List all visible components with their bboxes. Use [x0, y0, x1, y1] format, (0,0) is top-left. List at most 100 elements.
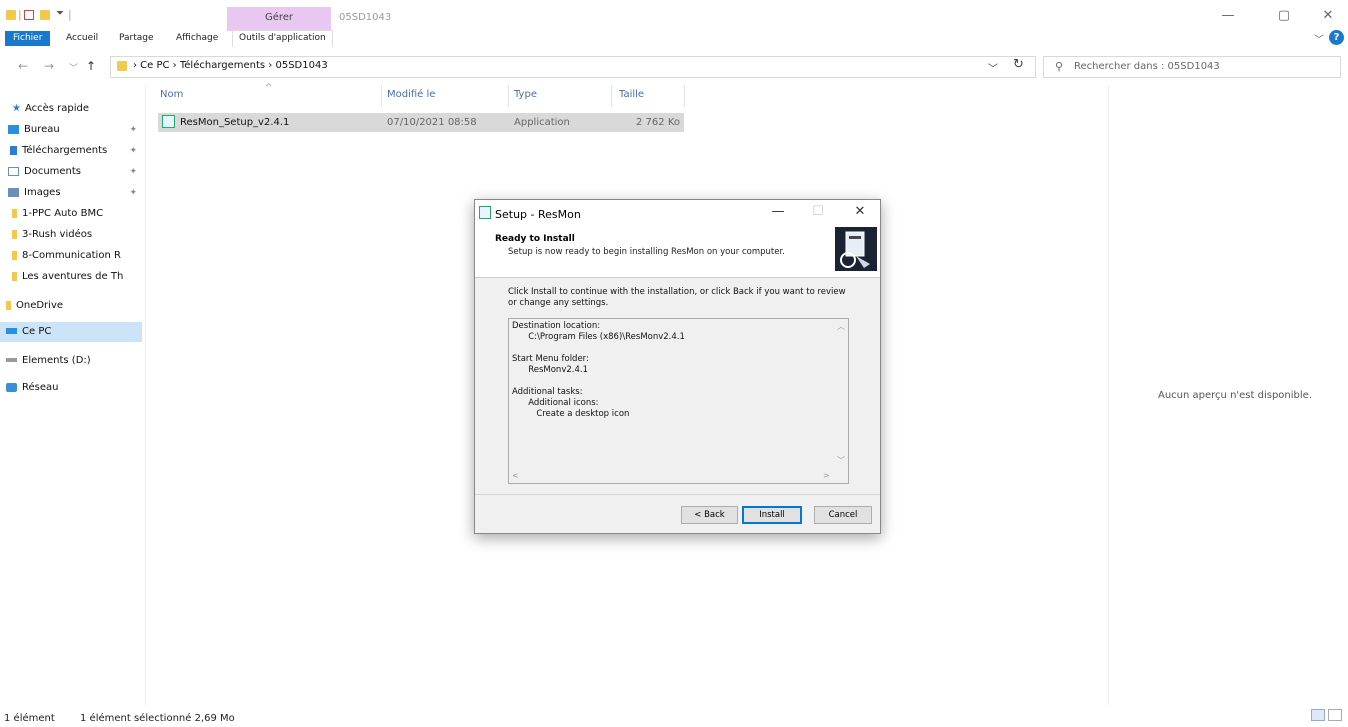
cancel-button[interactable]: Cancel [814, 506, 872, 524]
installer-icon [162, 115, 175, 128]
sidebar-item-label: Documents [24, 166, 82, 177]
window-title: 05SD1043 [339, 12, 392, 23]
sidebar-item-onedrive[interactable]: OneDrive [0, 296, 143, 316]
minimize-button[interactable]: — [1208, 8, 1248, 23]
search-icon: ⚲ [1055, 60, 1064, 73]
title-bar [0, 0, 1348, 28]
pin-icon: ✦ [129, 188, 137, 198]
sidebar-item-label: Téléchargements [22, 145, 108, 156]
scroll-left-icon[interactable]: < [512, 471, 519, 480]
tab-affichage[interactable]: Affichage [170, 31, 224, 46]
back-arrow-icon[interactable]: ← [18, 59, 28, 73]
close-button[interactable]: ✕ [1308, 8, 1348, 23]
folder-icon [6, 10, 16, 20]
column-header-type[interactable]: Type [514, 89, 537, 100]
folder-icon [12, 229, 17, 239]
sidebar-item-folder[interactable]: Les aventures de Th [0, 267, 143, 287]
file-name[interactable]: ResMon_Setup_v2.4.1 [180, 117, 289, 128]
qat-dropdown-icon[interactable]: ⏷ [56, 8, 64, 19]
scroll-right-icon[interactable]: > [823, 471, 830, 480]
details-view-button[interactable] [1311, 709, 1325, 721]
network-icon [6, 382, 17, 392]
star-icon: ★ [12, 103, 21, 114]
sidebar-item-elements[interactable]: Elements (D:) [0, 351, 143, 371]
preview-message: Aucun aperçu n'est disponible. [1158, 390, 1312, 401]
column-header-modified[interactable]: Modifié le [387, 89, 435, 100]
pin-icon: ✦ [129, 125, 137, 135]
sidebar-item-label: OneDrive [16, 300, 64, 311]
vertical-scrollbar[interactable]: ︿ ﹀ [835, 319, 848, 469]
forward-arrow-icon[interactable]: → [44, 59, 54, 73]
sidebar-item-label: 1-PPC Auto BMC [22, 208, 104, 219]
installer-icon [479, 206, 491, 219]
sidebar-item-folder[interactable]: 1-PPC Auto BMC [0, 204, 143, 224]
folder-icon [12, 250, 17, 260]
divider [475, 494, 880, 495]
folder-icon [117, 61, 127, 71]
separator: | [18, 8, 22, 21]
install-button[interactable]: Install [742, 506, 802, 524]
help-icon[interactable]: ? [1329, 30, 1344, 45]
dialog-title: Setup - ResMon [495, 208, 581, 221]
sidebar-item-telechargements[interactable]: Téléchargements ✦ [0, 141, 143, 161]
sidebar-item-documents[interactable]: Documents ✦ [0, 162, 143, 182]
file-type: Application [514, 117, 570, 128]
column-separator[interactable] [611, 85, 612, 107]
document-icon [8, 166, 19, 176]
folder-icon [12, 271, 17, 281]
refresh-icon[interactable]: ↻ [1013, 57, 1024, 72]
desktop-icon [8, 124, 19, 134]
dialog-minimize-button[interactable]: — [759, 204, 797, 219]
sidebar-item-folder[interactable]: 8-Communication R [0, 246, 143, 266]
memo-line: Additional tasks: [512, 387, 583, 397]
memo-line: C:\Program Files (x86)\ResMonv2.4.1 [512, 332, 685, 342]
sidebar-item-images[interactable]: Images ✦ [0, 183, 143, 203]
horizontal-scrollbar[interactable]: < > [509, 470, 835, 483]
dialog-subheading: Setup is now ready to begin installing R… [508, 247, 785, 257]
setup-dialog: Setup - ResMon — ☐ ✕ Ready to Install Se… [474, 199, 881, 534]
tab-accueil[interactable]: Accueil [60, 31, 104, 46]
separator: | [68, 8, 72, 21]
large-icons-view-button[interactable] [1328, 709, 1342, 721]
back-button[interactable]: < Back [681, 506, 738, 524]
tab-fichier[interactable]: Fichier [5, 31, 51, 46]
column-header-size[interactable]: Taille [619, 89, 644, 100]
column-header-name[interactable]: Nom [160, 89, 183, 100]
preview-pane-divider[interactable] [1108, 85, 1109, 705]
sidebar-item-bureau[interactable]: Bureau ✦ [0, 120, 143, 140]
new-folder-icon[interactable] [40, 10, 50, 20]
memo-line: ResMonv2.4.1 [512, 365, 588, 375]
recent-locations-icon[interactable]: ﹀ [69, 61, 78, 74]
sidebar-item-acces-rapide[interactable]: ★ Accès rapide [0, 99, 143, 119]
scroll-down-icon[interactable]: ﹀ [837, 455, 845, 466]
tab-partage[interactable]: Partage [113, 31, 160, 46]
dialog-close-button[interactable]: ✕ [841, 204, 879, 219]
sidebar-item-label: Images [24, 187, 61, 198]
up-arrow-icon[interactable]: ↑ [86, 59, 96, 73]
sidebar-item-label: 8-Communication R [22, 250, 121, 261]
tab-outils-application[interactable]: Outils d'application [232, 30, 333, 47]
properties-icon[interactable] [24, 10, 34, 20]
sidebar-item-folder[interactable]: 3-Rush vidéos [0, 225, 143, 245]
scroll-up-icon[interactable]: ︿ [837, 321, 845, 332]
memo-line: Destination location: [512, 321, 601, 331]
context-tab-label: Gérer [264, 12, 294, 23]
expand-ribbon-icon[interactable]: ﹀ [1314, 31, 1324, 46]
search-placeholder: Rechercher dans : 05SD1043 [1074, 61, 1220, 72]
chevron-down-icon[interactable]: ﹀ [988, 60, 998, 75]
column-separator[interactable] [684, 85, 685, 107]
folder-icon [6, 300, 11, 310]
sidebar-item-label: Elements (D:) [22, 355, 91, 366]
image-icon [8, 187, 19, 197]
status-selection: 1 élément sélectionné 2,69 Mo [80, 713, 235, 724]
column-separator[interactable] [381, 85, 382, 107]
breadcrumb[interactable]: › Ce PC › Téléchargements › 05SD1043 [133, 60, 328, 71]
maximize-button[interactable]: ▢ [1264, 8, 1304, 23]
sidebar-item-ce-pc[interactable]: Ce PC [0, 322, 142, 342]
pc-icon [6, 328, 17, 334]
pin-icon: ✦ [129, 146, 137, 156]
column-separator[interactable] [508, 85, 509, 107]
sidebar-item-reseau[interactable]: Réseau [0, 378, 143, 398]
folder-icon [12, 208, 17, 218]
sidebar-item-label: Les aventures de Th [22, 271, 124, 282]
